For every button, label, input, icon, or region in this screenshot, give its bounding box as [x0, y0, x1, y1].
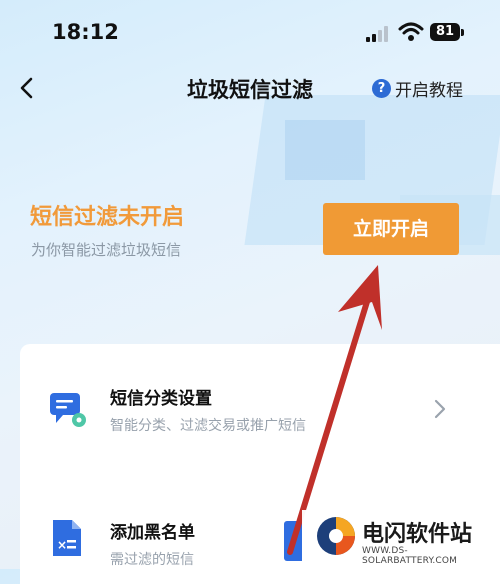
chevron-right-icon	[434, 399, 446, 419]
enable-now-button[interactable]: 立即开启	[323, 203, 459, 255]
filter-status-title: 短信过滤未开启	[30, 205, 185, 230]
battery-tip	[461, 29, 464, 36]
help-icon: ?	[372, 79, 391, 98]
background-shape	[285, 120, 365, 180]
blacklist-icon: ×	[53, 520, 81, 556]
row-title: 添加黑名单	[110, 523, 195, 543]
row-description: 需过滤的短信	[110, 552, 194, 568]
watermark-url: WWW.DS-SOLARBATTERY.COM	[362, 546, 458, 566]
status-time: 18:12	[52, 20, 119, 44]
partial-icon	[284, 521, 302, 561]
row-title: 短信分类设置	[110, 389, 212, 409]
svg-text:×: ×	[57, 538, 67, 552]
tutorial-label: 开启教程	[395, 81, 463, 101]
wifi-icon	[398, 22, 424, 41]
row-description: 智能分类、过滤交易或推广短信	[110, 418, 306, 434]
watermark-name: 电闪软件站	[362, 522, 473, 547]
message-settings-icon	[50, 393, 86, 427]
filter-status-subtitle: 为你智能过滤垃圾短信	[31, 241, 182, 259]
signal-icon	[366, 26, 388, 42]
tutorial-link[interactable]: ? 开启教程	[372, 76, 463, 101]
watermark-logo	[317, 517, 355, 555]
battery-icon: 81	[430, 23, 460, 41]
